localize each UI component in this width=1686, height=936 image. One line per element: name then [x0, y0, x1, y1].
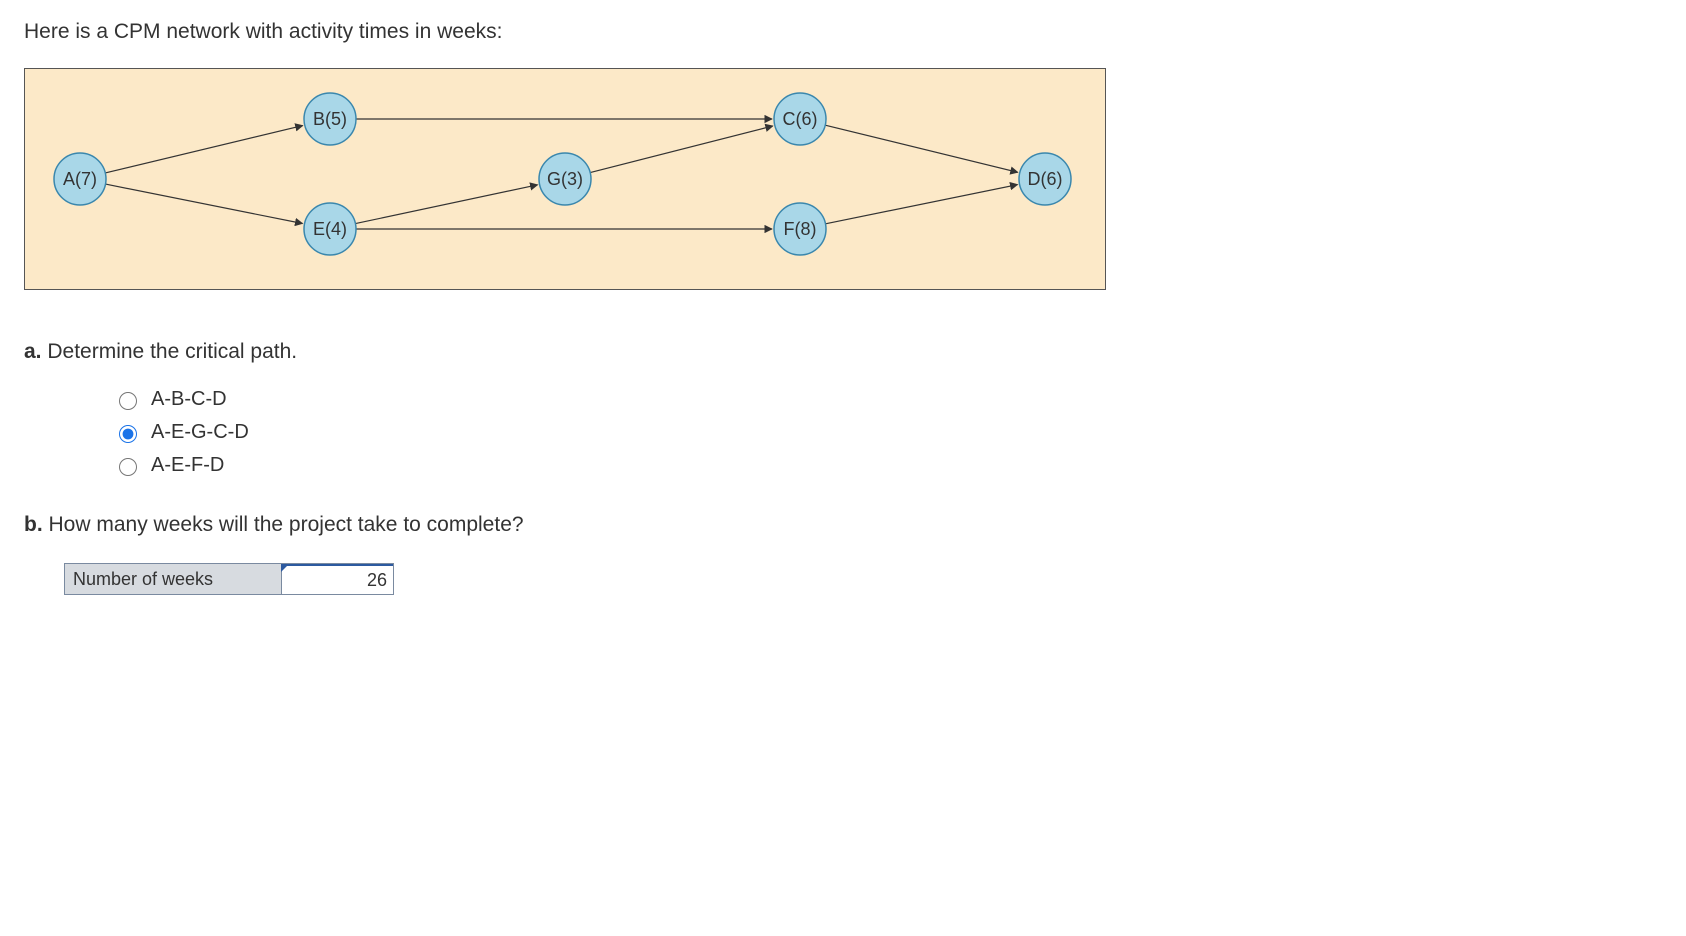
radio-input-0[interactable]	[119, 392, 137, 410]
radio-input-1[interactable]	[119, 425, 137, 443]
node-B: B(5)	[304, 93, 356, 145]
radio-option-1[interactable]: A-E-G-C-D	[114, 421, 1662, 444]
radio-label-0: A-B-C-D	[151, 388, 227, 411]
node-A: A(7)	[54, 153, 106, 205]
node-C: C(6)	[774, 93, 826, 145]
svg-text:B(5): B(5)	[313, 109, 347, 129]
radio-label-1: A-E-G-C-D	[151, 421, 249, 444]
edge-C-D	[825, 125, 1018, 172]
svg-text:F(8): F(8)	[784, 219, 817, 239]
cpm-network-diagram: A(7) B(5) E(4) G(3) C(6) F(8) D(6)	[24, 68, 1106, 290]
answer-label: Number of weeks	[65, 564, 282, 594]
question-b: b. How many weeks will the project take …	[24, 513, 1662, 595]
radio-label-2: A-E-F-D	[151, 454, 224, 477]
edge-E-G	[355, 185, 537, 224]
intro-text: Here is a CPM network with activity time…	[24, 20, 1662, 44]
node-F: F(8)	[774, 203, 826, 255]
node-D: D(6)	[1019, 153, 1071, 205]
svg-text:C(6): C(6)	[783, 109, 818, 129]
edge-G-C	[590, 126, 773, 173]
answer-value-input[interactable]: 26	[282, 564, 393, 594]
svg-text:A(7): A(7)	[63, 169, 97, 189]
question-b-text: b. How many weeks will the project take …	[24, 513, 1662, 537]
edge-A-B	[105, 126, 302, 173]
node-E: E(4)	[304, 203, 356, 255]
radio-option-2[interactable]: A-E-F-D	[114, 454, 1662, 477]
svg-text:G(3): G(3)	[547, 169, 583, 189]
svg-text:E(4): E(4)	[313, 219, 347, 239]
edge-A-E	[105, 184, 302, 223]
question-a-text: a. Determine the critical path.	[24, 340, 1662, 364]
node-G: G(3)	[539, 153, 591, 205]
answer-row: Number of weeks 26	[64, 563, 394, 595]
svg-text:D(6): D(6)	[1028, 169, 1063, 189]
edge-F-D	[825, 185, 1017, 224]
question-a: a. Determine the critical path. A-B-C-DA…	[24, 340, 1662, 477]
radio-group-a: A-B-C-D A-E-G-C-D A-E-F-D	[114, 388, 1662, 477]
radio-input-2[interactable]	[119, 458, 137, 476]
radio-option-0[interactable]: A-B-C-D	[114, 388, 1662, 411]
